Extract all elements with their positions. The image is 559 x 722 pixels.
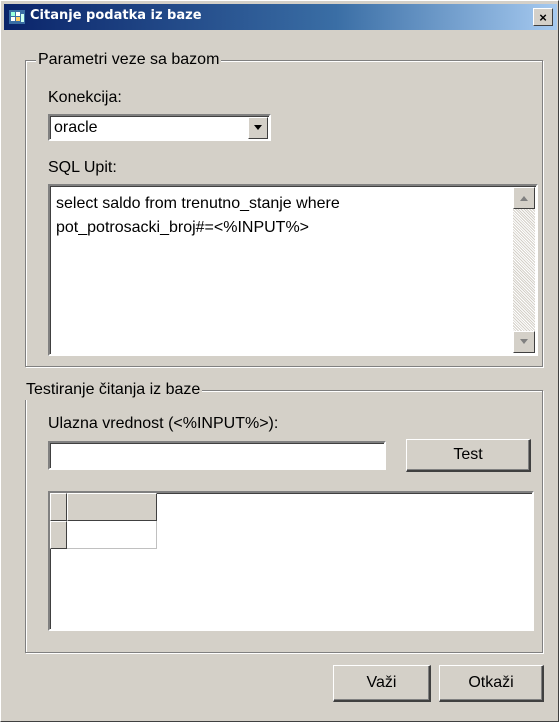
grid-corner-cell <box>50 493 67 521</box>
result-grid[interactable] <box>48 491 534 631</box>
window-title: Citanje podatka iz baze <box>30 8 202 23</box>
dialog-window: Citanje podatka iz baze × Parametri veze… <box>0 0 559 722</box>
ok-button-label: Važi <box>366 674 397 691</box>
input-value-field[interactable] <box>48 441 386 470</box>
close-icon: × <box>539 10 547 25</box>
cancel-button[interactable]: Otkaži <box>439 665 544 702</box>
sql-query-textarea[interactable]: select saldo from trenutno_stanje where … <box>48 184 538 356</box>
chevron-down-icon <box>254 125 262 130</box>
sql-scrollbar[interactable] <box>513 187 535 353</box>
grid-row-header[interactable] <box>50 521 67 549</box>
ok-button[interactable]: Važi <box>333 665 431 702</box>
scroll-up-button[interactable] <box>513 187 535 209</box>
grid-data-cell[interactable] <box>67 521 157 549</box>
sql-query-text: select saldo from trenutno_stanje where … <box>56 195 340 236</box>
sql-label: SQL Upit: <box>48 159 117 176</box>
test-button[interactable]: Test <box>406 439 531 472</box>
connection-dropdown-button[interactable] <box>248 117 268 139</box>
scroll-down-button[interactable] <box>513 331 535 353</box>
close-button[interactable]: × <box>533 8 553 26</box>
window-app-icon <box>9 10 25 24</box>
arrow-down-icon <box>520 339 528 344</box>
grid-column-header[interactable] <box>67 493 157 521</box>
arrow-up-icon <box>520 196 528 201</box>
connection-select[interactable]: oracle <box>48 114 271 141</box>
title-bar[interactable]: Citanje podatka iz baze × <box>4 4 557 30</box>
connection-params-group: Parametri veze sa bazom Konekcija: oracl… <box>25 50 543 367</box>
test-group-legend: Testiranje čitanja iz baze <box>24 380 203 400</box>
connection-label: Konekcija: <box>48 89 122 106</box>
input-value-label: Ulazna vrednost (<%INPUT%>): <box>48 415 279 432</box>
connection-params-legend: Parametri veze sa bazom <box>36 50 222 70</box>
cancel-button-label: Otkaži <box>468 674 514 691</box>
test-group: Testiranje čitanja iz baze Ulazna vredno… <box>24 380 543 653</box>
connection-select-value: oracle <box>54 119 98 136</box>
test-button-label: Test <box>453 446 483 463</box>
